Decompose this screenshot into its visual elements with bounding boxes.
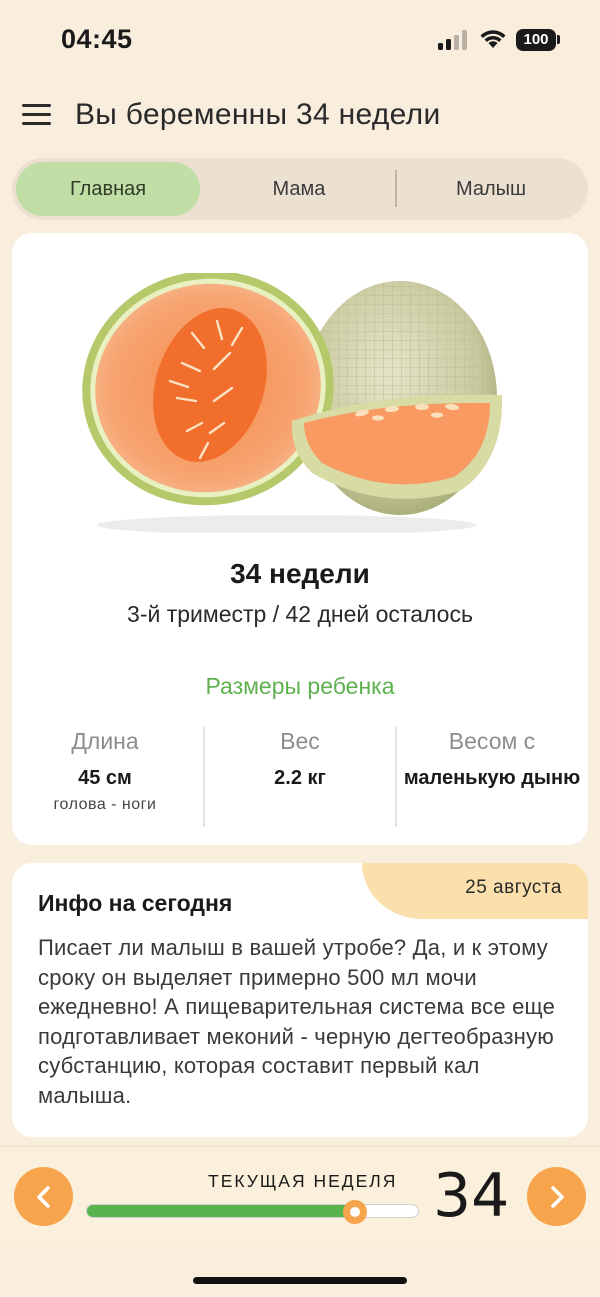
info-date: 25 августа (465, 877, 562, 898)
current-week-label: ТЕКУЩАЯ НЕДЕЛЯ (208, 1171, 398, 1191)
battery-tip (557, 35, 560, 44)
tab-mom[interactable]: Мама (204, 162, 394, 216)
wifi-icon (480, 30, 506, 48)
metric-label: Длина (71, 728, 139, 754)
hamburger-menu-icon[interactable] (22, 102, 52, 128)
metric-note: голова - ноги (53, 796, 157, 813)
current-week-number: 34 (433, 1161, 510, 1231)
info-body: Писает ли малыш в вашей утробе? Да, и к … (38, 935, 556, 1108)
metric-label: Весом с (448, 728, 536, 754)
week-slider-thumb[interactable] (343, 1200, 368, 1224)
page-title: Вы беременны 34 недели (75, 98, 441, 131)
tab-home[interactable]: Главная (16, 162, 200, 216)
battery-icon: 100 (516, 29, 556, 51)
metric-comparison: Весом с маленькую дыню (397, 727, 587, 792)
prev-week-button[interactable] (14, 1167, 73, 1226)
week-progress-slider[interactable] (86, 1200, 419, 1224)
metric-length: Длина 45 см голова - ноги (12, 727, 200, 814)
week-progress-fill (87, 1205, 356, 1217)
next-week-button[interactable] (527, 1167, 586, 1226)
status-time: 04:45 (61, 24, 133, 54)
info-card: 25 августа Инфо на сегодня Писает ли мал… (12, 863, 588, 1137)
tab-baby[interactable]: Малыш (398, 162, 584, 216)
week-navigator (0, 1146, 600, 1246)
week-subtitle: 3-й триместр / 42 дней осталось (127, 601, 473, 627)
metric-value: 45 см (78, 767, 132, 789)
segmented-tabs: Главная Мама Малыш (12, 158, 588, 220)
metric-weight: Вес 2.2 кг (205, 727, 395, 792)
week-card: 34 недели 3-й триместр / 42 дней осталос… (12, 233, 588, 845)
cellular-signal-icon (438, 30, 470, 50)
metric-value: маленькую дыню (403, 767, 581, 789)
week-title: 34 недели (230, 558, 370, 589)
metric-label: Вес (280, 728, 320, 754)
metric-value: 2.2 кг (274, 767, 326, 789)
info-title: Инфо на сегодня (38, 890, 233, 916)
tab-divider (395, 170, 397, 207)
status-bar: 04:45 100 (0, 0, 600, 80)
home-indicator (193, 1277, 407, 1284)
chevron-left-icon (37, 1186, 50, 1208)
baby-sizes-title: Размеры ребенка (205, 673, 395, 699)
cantaloupe-melon-illustration (82, 273, 502, 533)
chevron-right-icon (551, 1186, 564, 1208)
